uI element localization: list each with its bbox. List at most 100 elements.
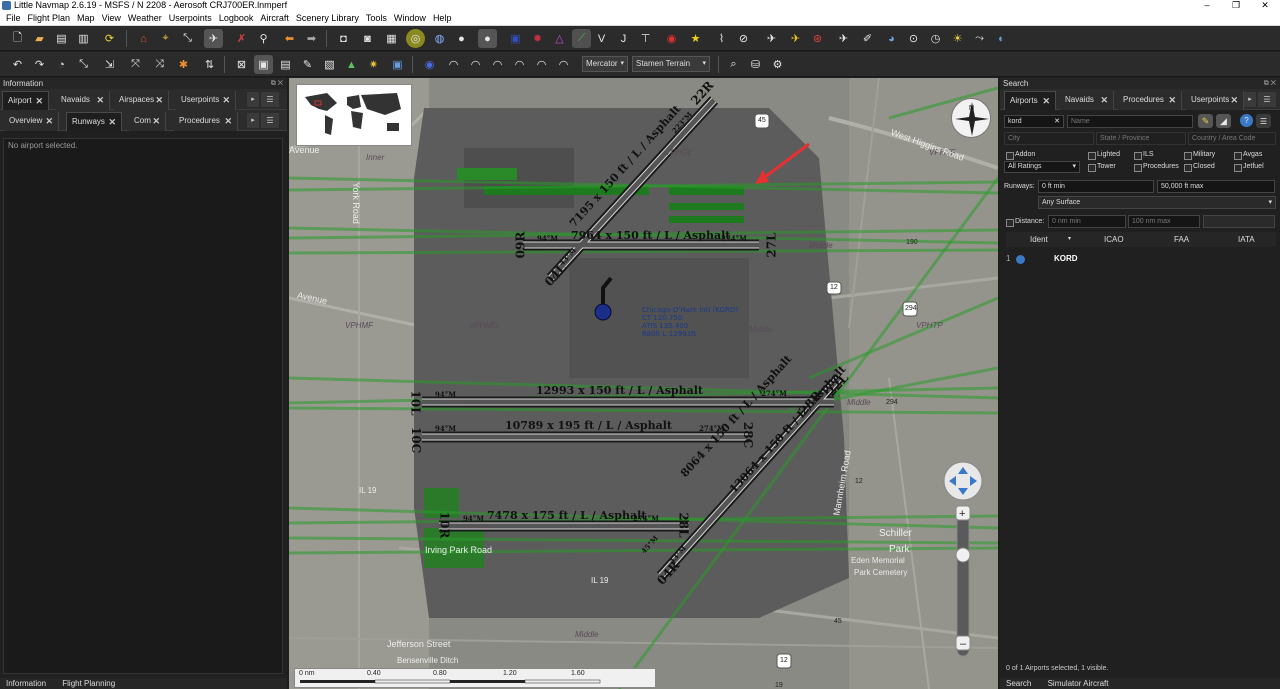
ndb-icon[interactable]: ◍ xyxy=(430,29,449,48)
tab-flight-planning[interactable]: Flight Planning xyxy=(56,678,123,689)
distance-max-input[interactable]: 100 nm max xyxy=(1128,215,1200,228)
country-input[interactable]: Country / Area Code xyxy=(1188,132,1276,145)
menu-view[interactable]: View xyxy=(100,11,126,25)
target-icon[interactable]: ◉ xyxy=(662,29,681,48)
forward-icon[interactable]: ➡ xyxy=(302,29,321,48)
menu-aircraft[interactable]: Aircraft xyxy=(258,11,294,25)
favorite-icon[interactable]: ★ xyxy=(686,29,705,48)
clock-icon[interactable]: ◷ xyxy=(926,29,945,48)
close-icon[interactable]: ✕ xyxy=(45,112,53,130)
compass-rose-icon[interactable]: ⊘ xyxy=(734,29,753,48)
tab-procedures[interactable]: Procedures ✕ xyxy=(174,112,238,131)
terrain-icon[interactable]: ▲ xyxy=(342,55,361,74)
close-icon[interactable]: ✕ xyxy=(155,91,163,109)
calc-route-icon[interactable]: ◔ xyxy=(52,55,71,74)
close-icon[interactable]: ✕ xyxy=(224,112,232,130)
ils-checkbox[interactable]: ILS xyxy=(1134,150,1154,160)
flight-path-icon[interactable]: ✐ xyxy=(858,29,877,48)
close-button[interactable]: ✕ xyxy=(1250,0,1280,11)
close-icon[interactable]: ✕ xyxy=(96,91,104,109)
tab-information[interactable]: Information xyxy=(0,678,54,689)
earth-icon[interactable]: ◐ xyxy=(992,29,1011,48)
column-faa[interactable]: FAA xyxy=(1174,232,1189,247)
procedures-checkbox[interactable]: Procedures xyxy=(1134,162,1179,172)
menu-flight-plan[interactable]: Flight Plan xyxy=(26,11,76,25)
tab-menu-button[interactable]: ☰ xyxy=(1258,92,1276,107)
back-icon[interactable]: ⬅ xyxy=(280,29,299,48)
ai-ship-icon[interactable]: ⊛ xyxy=(808,29,827,48)
dock-buttons[interactable]: ⧉ ✕ xyxy=(271,78,283,89)
tab-runways[interactable]: Runways ✕ xyxy=(66,112,122,131)
menu-window[interactable]: Window xyxy=(392,11,431,25)
print-icon[interactable]: ▦ xyxy=(382,29,401,48)
cross-icon[interactable]: ⊠ xyxy=(232,55,251,74)
settings-icon[interactable]: ⚙ xyxy=(768,55,787,74)
new-plan-icon[interactable]: 🗋 xyxy=(8,29,27,48)
restricted-icon[interactable]: ✹ xyxy=(528,29,547,48)
theme-2-icon[interactable]: ◠ xyxy=(466,55,485,74)
close-icon[interactable]: ✕ xyxy=(1100,91,1108,109)
zoom-airport-icon[interactable]: ◙ xyxy=(358,29,377,48)
clear-icon[interactable]: ✕ xyxy=(1054,116,1060,127)
close-icon[interactable]: ✕ xyxy=(108,113,116,131)
save-plan-icon[interactable]: ▤ xyxy=(52,29,71,48)
calc-ndb-icon[interactable]: ⤨ xyxy=(150,55,169,74)
menu-map[interactable]: Map xyxy=(75,11,100,25)
column-icao[interactable]: ICAO xyxy=(1104,232,1124,247)
jetfuel-checkbox[interactable]: Jetfuel xyxy=(1234,162,1264,172)
menu-scenery-library[interactable]: Scenery Library xyxy=(294,11,364,25)
menu-help[interactable]: Help xyxy=(431,11,457,25)
fit-route-icon[interactable]: ⤡ xyxy=(178,29,197,48)
airport-filter-icon[interactable]: ◘ xyxy=(334,29,353,48)
theme-4-icon[interactable]: ◠ xyxy=(510,55,529,74)
help-icon[interactable]: ? xyxy=(1240,114,1253,127)
ratings-select[interactable]: All Ratings ▾ xyxy=(1004,161,1080,173)
projection-icon[interactable]: ◉ xyxy=(420,55,439,74)
close-icon[interactable]: ✕ xyxy=(1230,91,1238,109)
tab-com[interactable]: Com ✕ xyxy=(129,112,166,131)
tab-search-procedures[interactable]: Procedures ✕ xyxy=(1118,91,1182,110)
add-waypoint-icon[interactable]: ⇲ xyxy=(100,55,119,74)
screen-icon[interactable]: ▣ xyxy=(388,55,407,74)
airport-info-label[interactable]: Chicago-O'Hare Intl (KORD) CT 120.750 AT… xyxy=(642,306,738,338)
wind-icon[interactable]: ⤳ xyxy=(970,29,989,48)
menu-icon[interactable]: ☰ xyxy=(1256,114,1271,128)
tab-airport[interactable]: Airport ✕ xyxy=(2,91,49,110)
jet-icon[interactable]: J xyxy=(614,29,633,48)
tab-airspaces[interactable]: Airspaces ✕ xyxy=(114,91,169,110)
doc-icon[interactable]: ▤ xyxy=(276,55,295,74)
addon-checkbox[interactable]: Addon xyxy=(1006,150,1035,160)
aircraft-center-icon[interactable]: ✈ xyxy=(204,29,223,48)
tab-airports[interactable]: Airports ✕ xyxy=(1004,91,1056,110)
save-as-icon[interactable]: ▥ xyxy=(74,29,93,48)
tab-userpoints[interactable]: Userpoints ✕ xyxy=(176,91,236,110)
maximize-button[interactable]: ❐ xyxy=(1221,0,1251,11)
reload-icon[interactable]: ⟳ xyxy=(100,29,119,48)
tab-search-navaids[interactable]: Navaids ✕ xyxy=(1060,91,1114,110)
menu-tools[interactable]: Tools xyxy=(364,11,392,25)
tab-menu-button[interactable]: ☰ xyxy=(261,92,279,107)
grid-icon[interactable]: ⊙ xyxy=(904,29,923,48)
overview-map[interactable] xyxy=(296,84,412,146)
airspace-icon[interactable]: ▣ xyxy=(506,29,525,48)
zoom-icon[interactable]: ▣ xyxy=(254,55,273,74)
trail-icon[interactable]: ⌇ xyxy=(712,29,731,48)
filter-icon[interactable]: ✎ xyxy=(1198,114,1213,128)
measure-icon[interactable]: ⚲ xyxy=(254,29,273,48)
distance-direction-select[interactable] xyxy=(1203,215,1275,228)
theme-6-icon[interactable]: ◠ xyxy=(554,55,573,74)
theme-1-icon[interactable]: ◠ xyxy=(444,55,463,74)
state-input[interactable]: State / Province xyxy=(1096,132,1186,145)
vor-icon[interactable]: ◎ xyxy=(406,29,425,48)
lighted-checkbox[interactable]: Lighted xyxy=(1088,150,1120,160)
redo-icon[interactable]: ↷ xyxy=(30,55,49,74)
subtab-scroll-button[interactable]: ▸ xyxy=(247,113,259,128)
runway-max-input[interactable]: 50,000 ft max xyxy=(1157,180,1275,193)
airway-icon[interactable]: △ xyxy=(550,29,569,48)
map-view[interactable]: N 12993 x 150 ft / L / Asphalt 10789 x 1… xyxy=(289,78,998,689)
close-icon[interactable]: ✕ xyxy=(152,112,160,130)
remove-marks-icon[interactable]: ✗ xyxy=(232,29,251,48)
tab-simulator-aircraft[interactable]: Simulator Aircraft xyxy=(1042,678,1117,689)
menu-logbook[interactable]: Logbook xyxy=(217,11,259,25)
airway-jet-icon[interactable]: ⟋ xyxy=(572,29,591,48)
